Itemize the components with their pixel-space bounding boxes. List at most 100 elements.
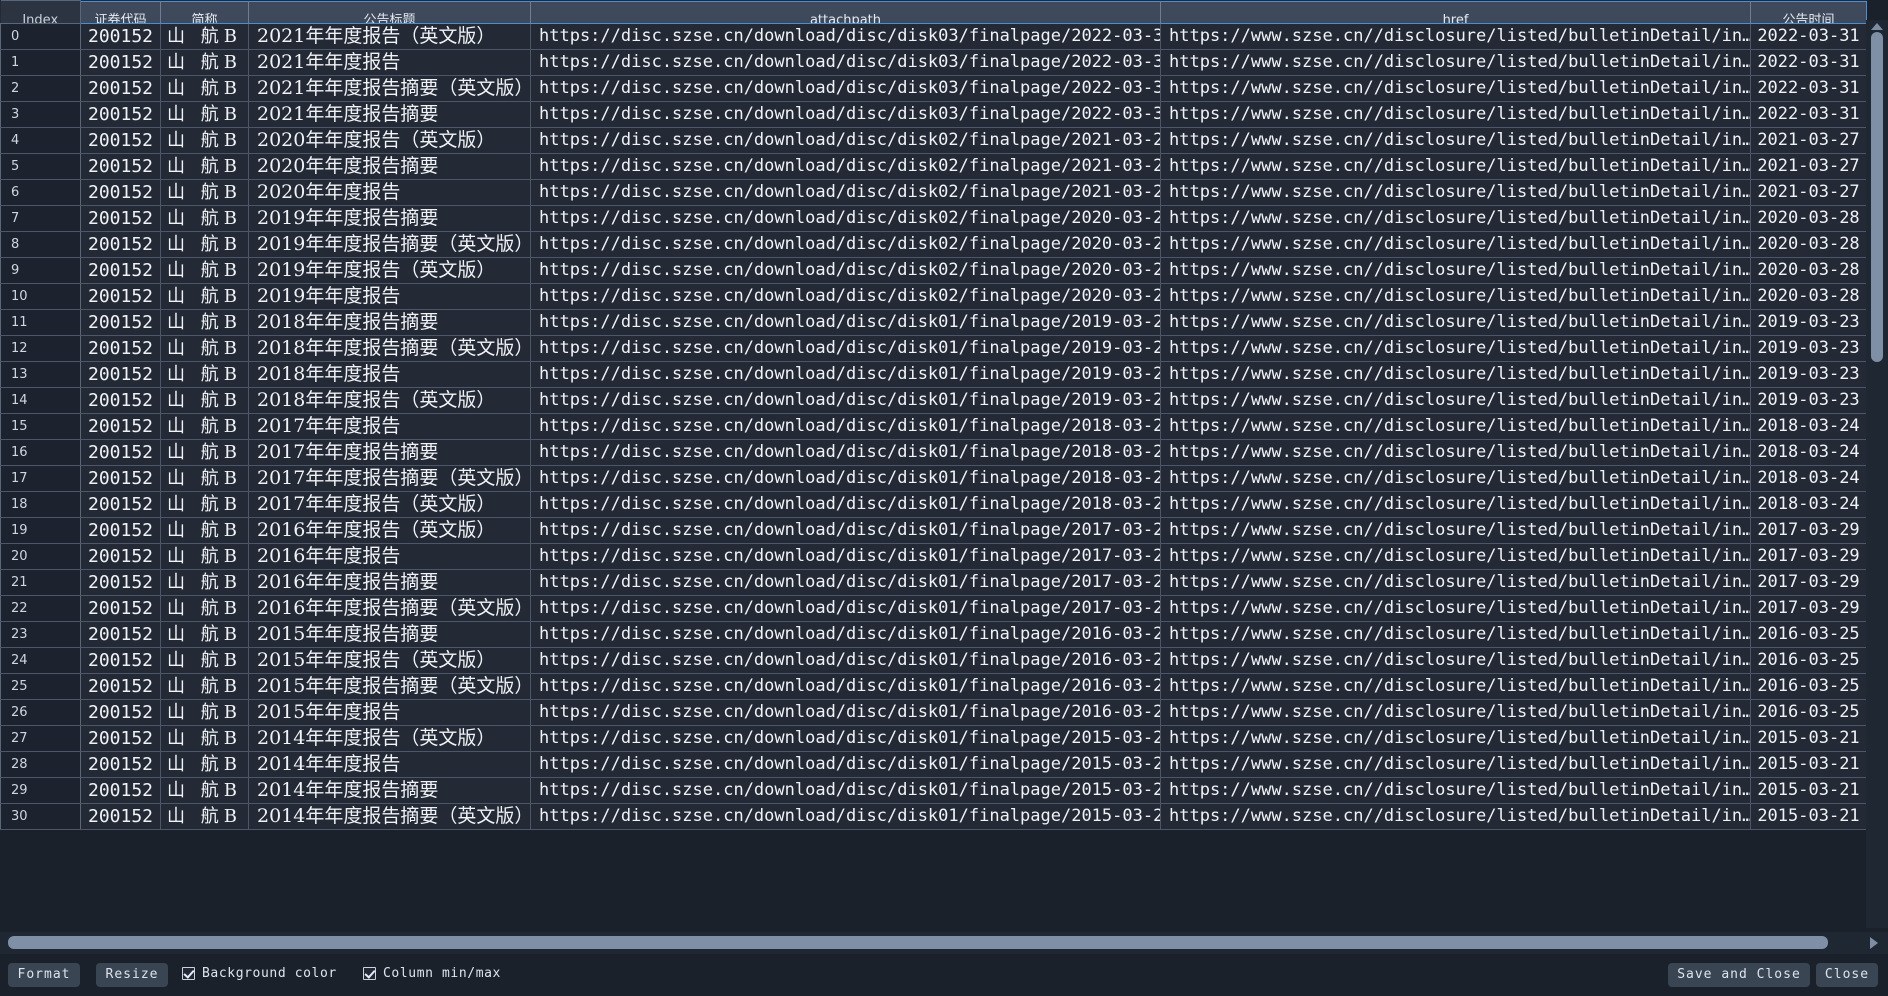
table-row[interactable]: 4 200152 山 航B 2020年年度报告（英文版） https://disc.sz…: [0, 127, 1867, 154]
table-viewport[interactable]: Index 证券代码 简称 公告标题 attachpath href 公告时间 0 20015…: [0, 0, 1888, 928]
cell-title[interactable]: 2020年年度报告摘要: [248, 153, 531, 180]
scroll-up-arrow-icon[interactable]: [1871, 23, 1883, 30]
cell-title[interactable]: 2015年年度报告摘要: [248, 621, 531, 648]
cell-pub_time[interactable]: 2021-03-27: [1750, 179, 1867, 206]
horizontal-scrollbar[interactable]: [0, 932, 1888, 954]
table-row[interactable]: 12 200152 山 航B 2018年年度报告摘要（英文版） https://disc…: [0, 335, 1867, 362]
cell-short_name[interactable]: 山 航B: [160, 101, 249, 128]
cell-pub_time[interactable]: 2017-03-29: [1750, 543, 1867, 570]
cell-title[interactable]: 2019年年度报告: [248, 283, 531, 310]
table-row[interactable]: 11 200152 山 航B 2018年年度报告摘要 https://disc.szse…: [0, 309, 1867, 336]
cell-short_name[interactable]: 山 航B: [160, 517, 249, 544]
cell-short_name[interactable]: 山 航B: [160, 75, 249, 102]
cell-short_name[interactable]: 山 航B: [160, 49, 249, 76]
cell-code[interactable]: 200152: [80, 205, 161, 232]
background-color-checkbox[interactable]: Background color: [182, 966, 337, 981]
cell-attachpath[interactable]: https://disc.szse.cn/download/disc/disk0…: [530, 647, 1161, 674]
cell-code[interactable]: 200152: [80, 309, 161, 336]
cell-href[interactable]: https://www.szse.cn//disclosure/listed/b…: [1160, 23, 1751, 50]
column-header-title[interactable]: 公告标题: [248, 0, 531, 24]
cell-short_name[interactable]: 山 航B: [160, 387, 249, 414]
cell-attachpath[interactable]: https://disc.szse.cn/download/disc/disk0…: [530, 101, 1161, 128]
cell-attachpath[interactable]: https://disc.szse.cn/download/disc/disk0…: [530, 205, 1161, 232]
cell-attachpath[interactable]: https://disc.szse.cn/download/disc/disk0…: [530, 439, 1161, 466]
cell-attachpath[interactable]: https://disc.szse.cn/download/disc/disk0…: [530, 751, 1161, 778]
cell-pub_time[interactable]: 2016-03-25: [1750, 673, 1867, 700]
table-row[interactable]: 0 200152 山 航B 2021年年度报告（英文版） https://disc.sz…: [0, 23, 1867, 50]
cell-code[interactable]: 200152: [80, 257, 161, 284]
table-row[interactable]: 1 200152 山 航B 2021年年度报告 https://disc.szse.cn…: [0, 49, 1867, 76]
cell-attachpath[interactable]: https://disc.szse.cn/download/disc/disk0…: [530, 777, 1161, 804]
cell-title[interactable]: 2016年年度报告摘要: [248, 569, 531, 596]
cell-code[interactable]: 200152: [80, 647, 161, 674]
cell-title[interactable]: 2014年年度报告（英文版）: [248, 725, 531, 752]
cell-href[interactable]: https://www.szse.cn//disclosure/listed/b…: [1160, 283, 1751, 310]
cell-title[interactable]: 2020年年度报告（英文版）: [248, 127, 531, 154]
cell-attachpath[interactable]: https://disc.szse.cn/download/disc/disk0…: [530, 543, 1161, 570]
cell-code[interactable]: 200152: [80, 491, 161, 518]
cell-pub_time[interactable]: 2016-03-25: [1750, 699, 1867, 726]
cell-attachpath[interactable]: https://disc.szse.cn/download/disc/disk0…: [530, 23, 1161, 50]
cell-code[interactable]: 200152: [80, 75, 161, 102]
table-row[interactable]: 14 200152 山 航B 2018年年度报告（英文版） https://disc.s…: [0, 387, 1867, 414]
cell-attachpath[interactable]: https://disc.szse.cn/download/disc/disk0…: [530, 335, 1161, 362]
cell-title[interactable]: 2016年年度报告: [248, 543, 531, 570]
cell-pub_time[interactable]: 2017-03-29: [1750, 569, 1867, 596]
cell-href[interactable]: https://www.szse.cn//disclosure/listed/b…: [1160, 413, 1751, 440]
cell-pub_time[interactable]: 2018-03-24: [1750, 413, 1867, 440]
cell-pub_time[interactable]: 2018-03-24: [1750, 439, 1867, 466]
column-header-href[interactable]: href: [1160, 0, 1751, 24]
table-row[interactable]: 23 200152 山 航B 2015年年度报告摘要 https://disc.szse…: [0, 621, 1867, 648]
cell-title[interactable]: 2021年年度报告: [248, 49, 531, 76]
cell-attachpath[interactable]: https://disc.szse.cn/download/disc/disk0…: [530, 75, 1161, 102]
cell-title[interactable]: 2021年年度报告（英文版）: [248, 23, 531, 50]
cell-pub_time[interactable]: 2016-03-25: [1750, 621, 1867, 648]
cell-code[interactable]: 200152: [80, 699, 161, 726]
cell-pub_time[interactable]: 2020-03-28: [1750, 231, 1867, 258]
cell-pub_time[interactable]: 2019-03-23: [1750, 335, 1867, 362]
column-header-pub_time[interactable]: 公告时间: [1750, 0, 1867, 24]
cell-href[interactable]: https://www.szse.cn//disclosure/listed/b…: [1160, 751, 1751, 778]
cell-href[interactable]: https://www.szse.cn//disclosure/listed/b…: [1160, 777, 1751, 804]
cell-href[interactable]: https://www.szse.cn//disclosure/listed/b…: [1160, 309, 1751, 336]
cell-short_name[interactable]: 山 航B: [160, 309, 249, 336]
cell-href[interactable]: https://www.szse.cn//disclosure/listed/b…: [1160, 257, 1751, 284]
cell-pub_time[interactable]: 2019-03-23: [1750, 309, 1867, 336]
table-row[interactable]: 8 200152 山 航B 2019年年度报告摘要（英文版） https://disc.…: [0, 231, 1867, 258]
cell-href[interactable]: https://www.szse.cn//disclosure/listed/b…: [1160, 335, 1751, 362]
cell-attachpath[interactable]: https://disc.szse.cn/download/disc/disk0…: [530, 725, 1161, 752]
cell-href[interactable]: https://www.szse.cn//disclosure/listed/b…: [1160, 75, 1751, 102]
cell-short_name[interactable]: 山 航B: [160, 283, 249, 310]
cell-href[interactable]: https://www.szse.cn//disclosure/listed/b…: [1160, 231, 1751, 258]
cell-attachpath[interactable]: https://disc.szse.cn/download/disc/disk0…: [530, 153, 1161, 180]
table-row[interactable]: 21 200152 山 航B 2016年年度报告摘要 https://disc.szse…: [0, 569, 1867, 596]
scroll-right-arrow-icon[interactable]: [1870, 937, 1878, 949]
cell-code[interactable]: 200152: [80, 127, 161, 154]
cell-short_name[interactable]: 山 航B: [160, 23, 249, 50]
table-row[interactable]: 27 200152 山 航B 2014年年度报告（英文版） https://disc.s…: [0, 725, 1867, 752]
cell-attachpath[interactable]: https://disc.szse.cn/download/disc/disk0…: [530, 283, 1161, 310]
cell-short_name[interactable]: 山 航B: [160, 647, 249, 674]
table-row[interactable]: 15 200152 山 航B 2017年年度报告 https://disc.szse.c…: [0, 413, 1867, 440]
horizontal-scrollbar-thumb[interactable]: [8, 936, 1828, 949]
cell-code[interactable]: 200152: [80, 517, 161, 544]
cell-code[interactable]: 200152: [80, 387, 161, 414]
cell-pub_time[interactable]: 2022-03-31: [1750, 49, 1867, 76]
checkbox-check-icon[interactable]: [363, 967, 376, 980]
cell-attachpath[interactable]: https://disc.szse.cn/download/disc/disk0…: [530, 127, 1161, 154]
table-row[interactable]: 30 200152 山 航B 2014年年度报告摘要（英文版） https://disc…: [0, 803, 1867, 830]
cell-attachpath[interactable]: https://disc.szse.cn/download/disc/disk0…: [530, 699, 1161, 726]
table-row[interactable]: 29 200152 山 航B 2014年年度报告摘要 https://disc.szse…: [0, 777, 1867, 804]
cell-code[interactable]: 200152: [80, 439, 161, 466]
table-row[interactable]: 6 200152 山 航B 2020年年度报告 https://disc.szse.cn…: [0, 179, 1867, 206]
cell-code[interactable]: 200152: [80, 465, 161, 492]
cell-code[interactable]: 200152: [80, 361, 161, 388]
cell-attachpath[interactable]: https://disc.szse.cn/download/disc/disk0…: [530, 673, 1161, 700]
cell-short_name[interactable]: 山 航B: [160, 621, 249, 648]
cell-code[interactable]: 200152: [80, 179, 161, 206]
cell-pub_time[interactable]: 2022-03-31: [1750, 101, 1867, 128]
cell-pub_time[interactable]: 2021-03-27: [1750, 127, 1867, 154]
cell-short_name[interactable]: 山 航B: [160, 205, 249, 232]
cell-short_name[interactable]: 山 航B: [160, 335, 249, 362]
close-button[interactable]: Close: [1816, 963, 1878, 987]
